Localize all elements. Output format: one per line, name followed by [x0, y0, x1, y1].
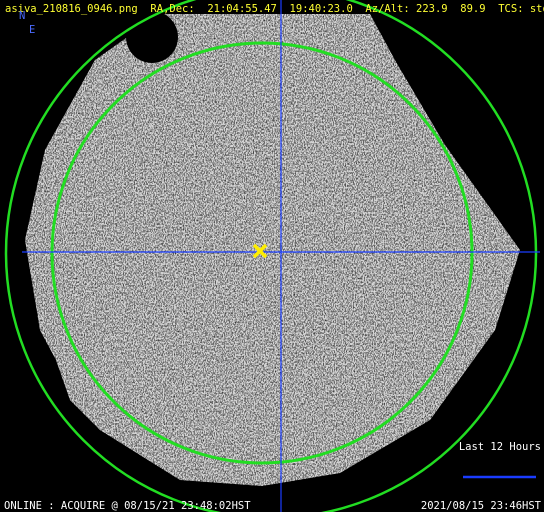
allsky-viewer: asiva_210816_0946.png RA,Dec: 21:04:55.4… [0, 0, 544, 512]
ra-dec-label: RA,Dec: [150, 3, 195, 15]
status-online: ONLINE : ACQUIRE @ 08/15/21 23:48:02HST [4, 500, 251, 512]
header-readout: asiva_210816_0946.png RA,Dec: 21:04:55.4… [5, 3, 544, 15]
east-label: E [29, 24, 36, 36]
ra-value: 21:04:55.47 [207, 3, 277, 15]
dec-value: 19:40:23.0 [289, 3, 353, 15]
az-alt-label: Az/Alt: [365, 3, 410, 15]
tcs-status: stop [529, 3, 544, 15]
trail-legend-label: Last 12 Hours [458, 441, 541, 453]
alt-value: 89.9 [460, 3, 486, 15]
allsky-image [4, 0, 540, 512]
north-label: N [19, 10, 26, 22]
obstruction-shadow [126, 11, 178, 63]
az-value: 223.9 [416, 3, 448, 15]
tcs-label: TCS: [498, 3, 524, 15]
status-timestamp: 2021/08/15 23:46HST [420, 500, 541, 512]
